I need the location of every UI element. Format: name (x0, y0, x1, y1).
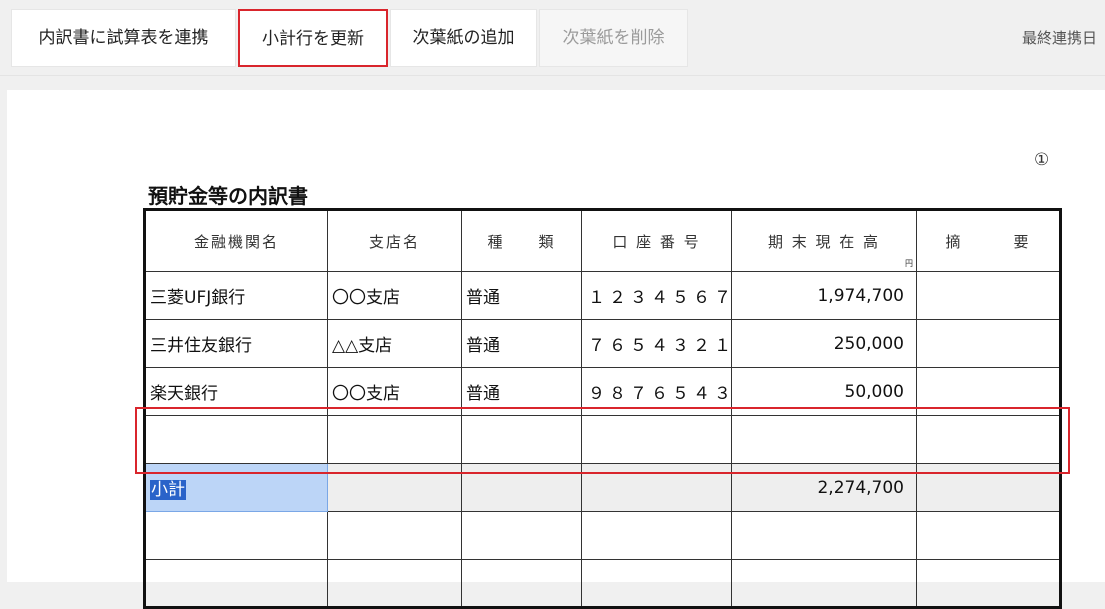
last-sync-label: 最終連携日 (1022, 29, 1098, 47)
toolbar: 内訳書に試算表を連携 小計行を更新 次葉紙の追加 次葉紙を削除 最終連携日 (0, 0, 1105, 76)
subtotal-label-cell[interactable]: 小計 (144, 463, 328, 512)
cell-memo[interactable] (916, 559, 1061, 608)
cell-branch[interactable] (327, 559, 462, 608)
cell-branch[interactable] (327, 415, 462, 464)
cell-bank[interactable]: 三菱UFJ銀行 (144, 271, 328, 320)
document-title: 預貯金等の内訳書 (148, 184, 308, 208)
header-balance-label: 期 末 現 在 高 (767, 232, 881, 251)
cell-type[interactable]: 普通 (461, 319, 582, 368)
header-row: 金融機関名 支店名 種 類 口 座 番 号 期 末 現 在 高円 摘 要 (144, 209, 1061, 272)
subtotal-label: 小計 (150, 480, 186, 500)
cell-bank[interactable] (144, 511, 328, 560)
add-next-sheet-button[interactable]: 次葉紙の追加 (390, 9, 537, 67)
cell-balance[interactable]: 1,974,700 (731, 271, 917, 320)
cell-type[interactable] (461, 559, 582, 608)
cell-branch[interactable]: 〇〇支店 (327, 271, 462, 320)
cell-memo[interactable] (916, 511, 1061, 560)
cell-account[interactable] (581, 415, 732, 464)
cell-branch[interactable] (327, 511, 462, 560)
cell-branch[interactable]: 〇〇支店 (327, 367, 462, 416)
cell-balance[interactable] (731, 511, 917, 560)
cell-type[interactable]: 普通 (461, 367, 582, 416)
table-row: 三菱UFJ銀行 〇〇支店 普通 １２３４５６７ 1,974,700 (144, 271, 1061, 320)
cell-account[interactable]: ９８７６５４３ (581, 367, 732, 416)
empty-row (144, 511, 1061, 560)
cell-bank[interactable] (144, 559, 328, 608)
cell-balance[interactable]: 250,000 (731, 319, 917, 368)
cell-account[interactable] (581, 463, 732, 512)
cell-bank[interactable] (144, 415, 328, 464)
update-subtotal-button[interactable]: 小計行を更新 (238, 9, 388, 67)
header-type: 種 類 (461, 209, 582, 272)
header-balance: 期 末 現 在 高円 (731, 209, 917, 272)
empty-row (144, 559, 1061, 608)
subtotal-balance[interactable]: 2,274,700 (731, 463, 917, 512)
cell-memo[interactable] (916, 319, 1061, 368)
cell-branch[interactable] (327, 463, 462, 512)
empty-row (144, 415, 1061, 464)
table-row: 楽天銀行 〇〇支店 普通 ９８７６５４３ 50,000 (144, 367, 1061, 416)
cell-balance[interactable]: 50,000 (731, 367, 917, 416)
deposits-table: 金融機関名 支店名 種 類 口 座 番 号 期 末 現 在 高円 摘 要 三菱U… (143, 208, 1062, 609)
header-bank: 金融機関名 (144, 209, 328, 272)
delete-next-sheet-button[interactable]: 次葉紙を削除 (539, 9, 688, 67)
subtotal-row: 小計 2,274,700 (144, 463, 1061, 512)
cell-bank[interactable]: 三井住友銀行 (144, 319, 328, 368)
cell-type[interactable] (461, 415, 582, 464)
cell-balance[interactable] (731, 415, 917, 464)
cell-memo[interactable] (916, 271, 1061, 320)
cell-memo[interactable] (916, 367, 1061, 416)
cell-bank[interactable]: 楽天銀行 (144, 367, 328, 416)
cell-account[interactable]: １２３４５６７ (581, 271, 732, 320)
header-balance-unit: 円 (905, 259, 913, 268)
header-memo: 摘 要 (916, 209, 1061, 272)
cell-type[interactable]: 普通 (461, 271, 582, 320)
table-row: 三井住友銀行 △△支店 普通 ７６５４３２１ 250,000 (144, 319, 1061, 368)
cell-type[interactable] (461, 511, 582, 560)
cell-branch[interactable]: △△支店 (327, 319, 462, 368)
header-branch: 支店名 (327, 209, 462, 272)
cell-memo[interactable] (916, 463, 1061, 512)
cell-account[interactable] (581, 511, 732, 560)
cell-account[interactable]: ７６５４３２１ (581, 319, 732, 368)
cell-type[interactable] (461, 463, 582, 512)
link-trial-balance-button[interactable]: 内訳書に試算表を連携 (11, 9, 236, 67)
cell-balance[interactable] (731, 559, 917, 608)
cell-account[interactable] (581, 559, 732, 608)
page-number: ① (1034, 150, 1050, 170)
header-account: 口 座 番 号 (581, 209, 732, 272)
cell-memo[interactable] (916, 415, 1061, 464)
